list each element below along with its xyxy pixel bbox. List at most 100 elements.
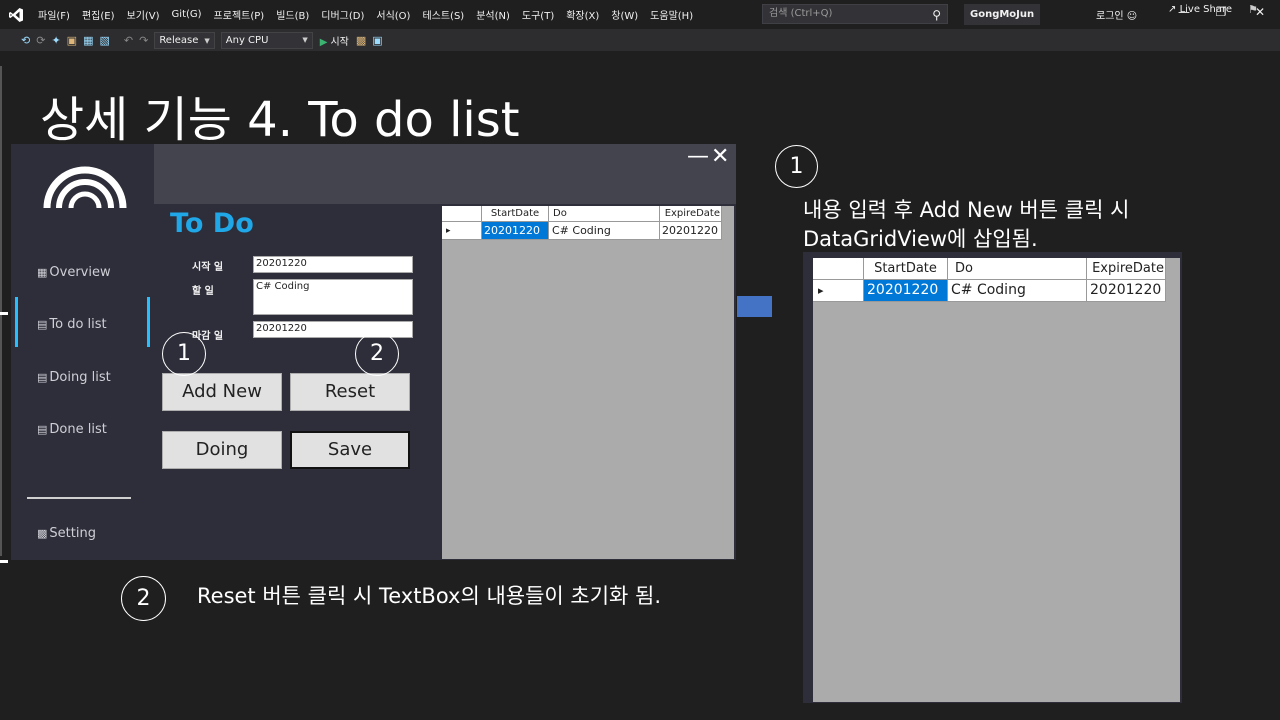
live-share-label: Live Share xyxy=(1179,4,1233,15)
menu-bar: 파일(F) 편집(E) 보기(V) Git(G) 프로젝트(P) 빌드(B) 디… xyxy=(0,0,1280,29)
configuration-value: Release xyxy=(159,34,199,46)
toolbar: ⟲ ⟳ ✦ ▣ ▦ ▧ ↶ ↷ Release ▼ Any CPU ▼ ▶ 시작 ▩ … xyxy=(0,29,1280,51)
redo-icon[interactable]: ↷ xyxy=(136,34,151,47)
grid-column-header[interactable]: Do xyxy=(549,206,660,222)
grid-cell[interactable]: 20201220 xyxy=(864,280,948,302)
menu-tools[interactable]: 도구(T) xyxy=(516,7,560,22)
grid-cell[interactable]: C# Coding xyxy=(549,222,660,240)
solution-name-badge[interactable]: GongMoJun xyxy=(964,4,1041,25)
list-icon: ▤ xyxy=(37,371,48,384)
slide-title: 상세 기능 4. To do list xyxy=(40,92,520,148)
menu-project[interactable]: 프로젝트(P) xyxy=(208,7,271,22)
start-label: 시작 xyxy=(330,36,349,48)
search-icon[interactable]: ⚲ xyxy=(932,6,941,24)
forward-icon[interactable]: ⟳ xyxy=(33,34,48,47)
data-grid-view[interactable]: StartDate Do ExpireDate ▸ 20201220 C# Co… xyxy=(442,206,734,559)
list-icon: ▤ xyxy=(37,318,48,331)
menu-extensions[interactable]: 확장(X) xyxy=(560,7,605,22)
save-button[interactable]: Save xyxy=(290,431,410,469)
feedback-icon[interactable]: ⚑ xyxy=(1248,3,1258,16)
todo-heading: To Do xyxy=(170,208,254,239)
nav-label: Done list xyxy=(49,422,107,437)
nav-item-done-list[interactable]: ▤ Done list xyxy=(37,422,107,437)
setting-icon: ▩ xyxy=(37,527,48,540)
nav-label: Doing list xyxy=(49,370,111,385)
app-minimize-icon[interactable]: — xyxy=(687,144,709,169)
left-edge-line xyxy=(0,66,2,556)
configuration-select[interactable]: Release ▼ xyxy=(154,31,215,49)
grid-cell[interactable]: 20201220 xyxy=(1087,280,1166,302)
platform-select[interactable]: Any CPU ▼ xyxy=(220,31,313,49)
app-logo-icon xyxy=(41,160,129,214)
grid-column-header[interactable]: StartDate xyxy=(864,258,948,280)
app-close-icon[interactable]: ✕ xyxy=(711,144,729,169)
todo-input[interactable]: C# Coding xyxy=(253,279,413,315)
todo-label: 할 일 xyxy=(192,286,214,297)
menu-git[interactable]: Git(G) xyxy=(166,9,208,20)
start-button[interactable]: ▶ 시작 xyxy=(316,33,353,48)
live-share-icon: ↗ xyxy=(1168,4,1177,15)
callout-badge-1: 1 xyxy=(775,145,818,188)
edge-marker xyxy=(0,560,8,563)
nav-divider xyxy=(27,497,131,499)
start-date-label: 시작 일 xyxy=(192,262,224,273)
menu-test[interactable]: 테스트(S) xyxy=(416,7,470,22)
menu-analyze[interactable]: 분석(N) xyxy=(470,7,516,22)
live-share-button[interactable]: ↗ Live Share xyxy=(1168,4,1232,15)
callout-badge-1: 1 xyxy=(162,332,206,376)
menu-help[interactable]: 도움말(H) xyxy=(644,7,699,22)
save-all-icon[interactable]: ▧ xyxy=(96,34,112,47)
play-icon: ▶ xyxy=(319,36,328,48)
login-label: 로그인 xyxy=(1096,11,1124,22)
add-new-button[interactable]: Add New xyxy=(162,373,282,411)
grid-corner-header xyxy=(442,206,482,222)
menu-file[interactable]: 파일(F) xyxy=(32,7,76,22)
browser-link-icon[interactable]: ▣ xyxy=(369,34,385,47)
login-link[interactable]: 로그인 ☺ xyxy=(1096,7,1137,22)
menu-debug[interactable]: 디버그(D) xyxy=(315,7,370,22)
grid-row-marker-icon[interactable]: ▸ xyxy=(442,222,482,240)
grid-column-header[interactable]: Do xyxy=(948,258,1087,280)
callout-badge-2: 2 xyxy=(121,576,166,621)
zoomed-data-grid-view[interactable]: StartDate Do ExpireDate ▸ 20201220 C# Co… xyxy=(813,258,1180,702)
menu-build[interactable]: 빌드(B) xyxy=(270,7,315,22)
open-folder-icon[interactable]: ▣ xyxy=(64,34,80,47)
grid-cell[interactable]: 20201220 xyxy=(482,222,549,240)
user-icon: ☺ xyxy=(1126,11,1138,22)
nav-label: To do list xyxy=(49,317,107,332)
grid-cell[interactable]: 20201220 xyxy=(660,222,722,240)
start-date-input[interactable]: 20201220 xyxy=(253,256,413,273)
menu-edit[interactable]: 편집(E) xyxy=(76,7,121,22)
reset-button[interactable]: Reset xyxy=(290,373,410,411)
toolbox-icon[interactable]: ▩ xyxy=(353,34,369,47)
edge-marker xyxy=(0,312,8,315)
grid-row-marker-icon[interactable]: ▸ xyxy=(813,280,864,302)
nav-item-setting[interactable]: ▩ Setting xyxy=(37,526,96,541)
overview-icon: ▦ xyxy=(37,266,48,279)
save-icon[interactable]: ▦ xyxy=(80,34,96,47)
todo-app-window: ▦ Overview ▤ To do list ▤ Doing list ▤ Done … xyxy=(11,144,736,560)
grid-column-header[interactable]: ExpireDate xyxy=(1087,258,1166,280)
search-input[interactable]: 검색 (Ctrl+Q) ⚲ xyxy=(762,4,948,24)
list-icon: ▤ xyxy=(37,423,48,436)
menu-format[interactable]: 서식(O) xyxy=(370,7,416,22)
callout-badge-2: 2 xyxy=(355,332,399,376)
platform-value: Any CPU xyxy=(225,34,269,46)
zoomed-grid-panel: StartDate Do ExpireDate ▸ 20201220 C# Co… xyxy=(803,252,1182,703)
menu-view[interactable]: 보기(V) xyxy=(121,7,166,22)
nav-active-indicator xyxy=(15,297,18,347)
back-icon[interactable]: ⟲ xyxy=(18,34,33,47)
nav-item-todo-list[interactable]: ▤ To do list xyxy=(37,317,107,332)
visual-studio-logo-icon[interactable] xyxy=(0,0,32,29)
menu-window[interactable]: 창(W) xyxy=(605,7,644,22)
grid-cell[interactable]: C# Coding xyxy=(948,280,1087,302)
new-project-icon[interactable]: ✦ xyxy=(48,34,63,47)
grid-column-header[interactable]: StartDate xyxy=(482,206,549,222)
nav-label: Setting xyxy=(49,526,96,541)
grid-column-header[interactable]: ExpireDate xyxy=(660,206,722,222)
undo-icon[interactable]: ↶ xyxy=(121,34,136,47)
nav-item-doing-list[interactable]: ▤ Doing list xyxy=(37,370,111,385)
doing-button[interactable]: Doing xyxy=(162,431,282,469)
app-header xyxy=(154,144,736,204)
nav-item-overview[interactable]: ▦ Overview xyxy=(37,265,111,280)
